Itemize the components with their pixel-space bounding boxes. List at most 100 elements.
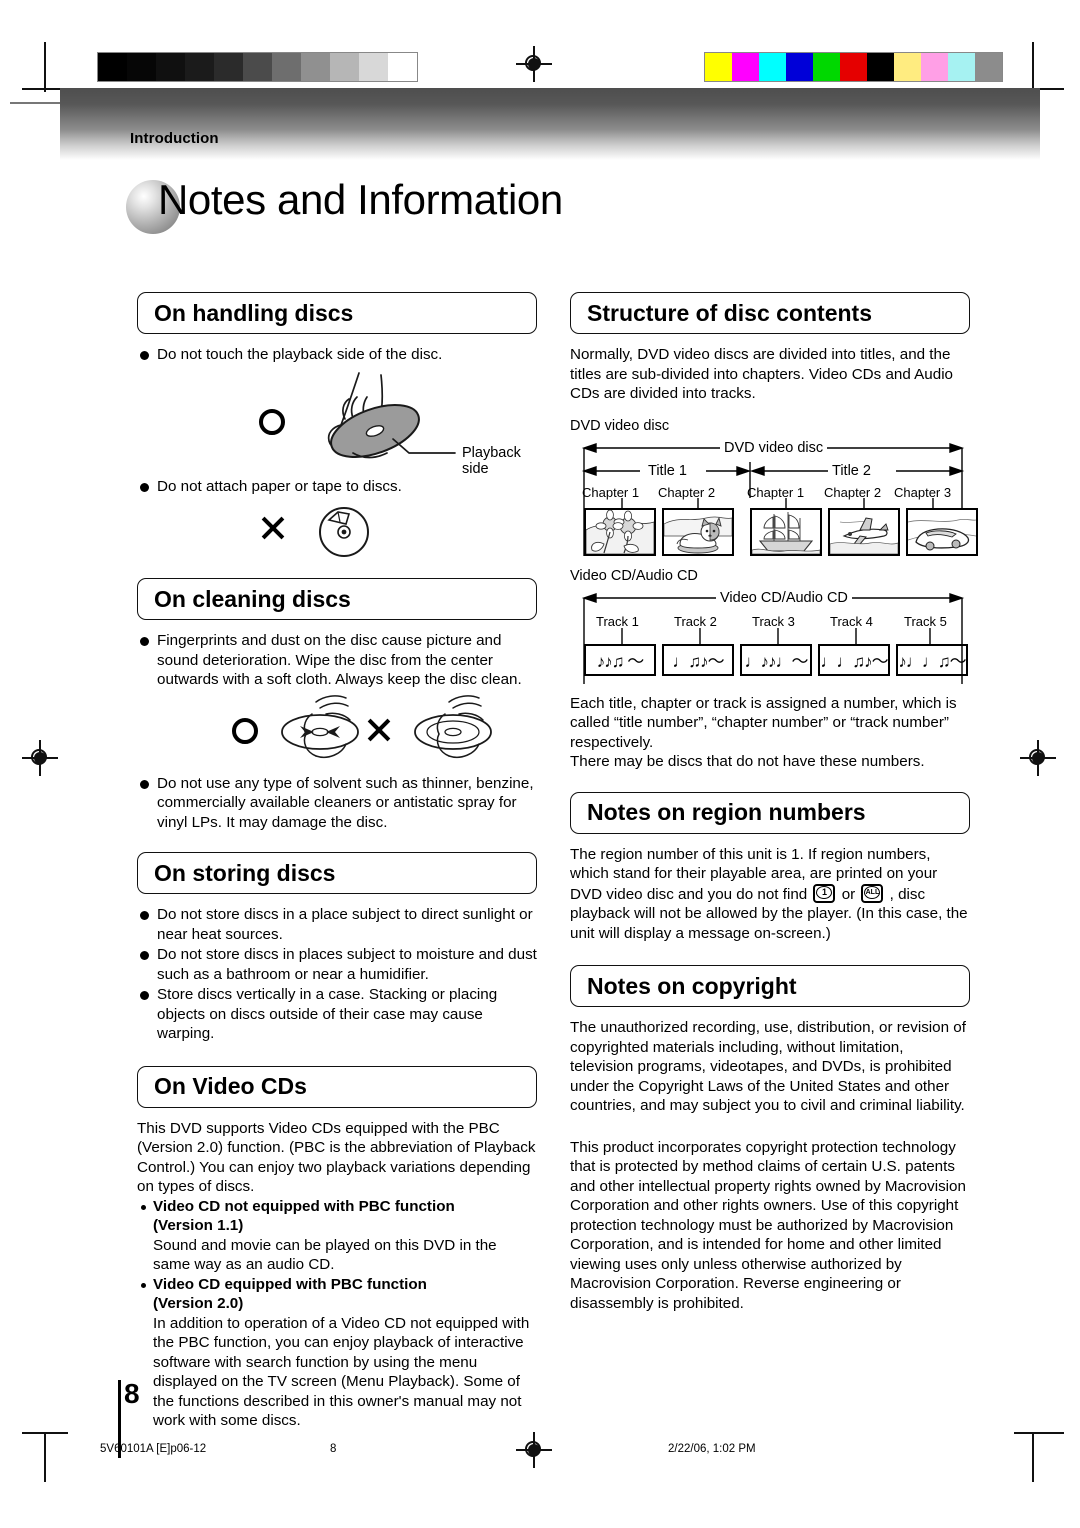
track-tile: ♪♪♫ 〜 <box>584 643 656 676</box>
grayscale-swatch-6 <box>272 53 301 81</box>
disc-with-tape-illustration <box>319 507 369 557</box>
cd-track-label: Track 2 <box>674 613 717 629</box>
chapter-thumbnail-airplane <box>828 507 900 556</box>
circle-ok-mark <box>259 408 285 435</box>
grayscale-swatch-0 <box>98 53 127 81</box>
page-title-text: Notes and Information <box>158 176 563 223</box>
color-swatch-7 <box>894 53 921 81</box>
grayscale-swatch-2 <box>156 53 185 81</box>
video-cd-item-title: Video CD not equipped with PBC function <box>153 1197 455 1215</box>
dvd-chapter-label: Chapter 3 <box>894 484 952 500</box>
page-number: 8 <box>124 1378 140 1409</box>
video-cd-item-body: Sound and movie can be played on this DV… <box>153 1236 497 1274</box>
cleaning-bullet-list-2: Do not use any type of solvent such as t… <box>137 774 537 833</box>
color-calibration-strip <box>704 52 1003 82</box>
video-cds-intro: This DVD supports Video CDs equipped wit… <box>137 1119 536 1196</box>
dvd-chapter-label: Chapter 2 <box>658 484 716 500</box>
copyright-paragraph-1: The unauthorized recording, use, distrib… <box>570 1019 966 1114</box>
storing-bullet-list: Do not store discs in a place subject to… <box>137 905 537 1044</box>
track-tile: ♩♫♪〜 <box>662 643 734 676</box>
section-heading-copyright: Notes on copyright <box>570 965 970 1007</box>
region-numbers-text: The region number of this unit is 1. If … <box>570 845 970 944</box>
left-column: On handling discs Do not touch the playb… <box>137 292 537 1431</box>
footer-timestamp: 2/22/06, 1:02 PM <box>668 1443 756 1455</box>
figure-no-paper-on-disc <box>137 504 537 560</box>
color-swatch-4 <box>813 53 840 81</box>
grayscale-swatch-1 <box>127 53 156 81</box>
region-1-icon: 1 <box>813 883 836 903</box>
region-text-between: or <box>837 885 860 903</box>
region-1-icon-label: 1 <box>821 886 827 897</box>
chapter-thumbnail-car <box>906 507 978 556</box>
cat-illustration <box>664 509 732 554</box>
figure-holding-disc: Playback side <box>137 369 537 481</box>
list-item: Fingerprints and dust on the disc cause … <box>137 631 537 690</box>
dvd-diagram-label: DVD video disc <box>570 417 670 434</box>
chapter-thumbnail-cat <box>662 507 734 556</box>
car-illustration <box>908 509 976 554</box>
video-cd-item-version: (Version 1.1) <box>153 1217 244 1234</box>
structure-intro: Normally, DVD video discs are divided in… <box>570 346 954 402</box>
list-item: Do not store discs in places subject to … <box>137 945 537 984</box>
video-cd-item-title: Video CD equipped with PBC function <box>153 1275 427 1293</box>
cd-structure-diagram: Video CD/Audio CD Track 1 Track 2 Track … <box>570 588 970 688</box>
grayscale-swatch-5 <box>243 53 272 81</box>
crop-mark-bottom-right-vertical <box>1032 1432 1034 1482</box>
structure-closing-text: Each title, chapter or track is assigned… <box>570 694 957 771</box>
footer-page: 8 <box>330 1443 337 1455</box>
track-tile: ♩♪♪♩〜 <box>740 643 812 676</box>
color-swatch-1 <box>732 53 759 81</box>
dvd-title-2-label: Title 2 <box>828 462 875 479</box>
registration-target-left <box>22 740 58 776</box>
handling-bullet-list-2: Do not attach paper or tape to discs. <box>137 477 537 497</box>
crop-mark-bottom-right-horizontal <box>1014 1432 1064 1434</box>
section-heading-storing-discs: On storing discs <box>137 852 537 894</box>
list-item: Video CD not equipped with PBC function … <box>137 1197 537 1275</box>
grayscale-swatch-8 <box>330 53 359 81</box>
figure-caption-playback-side: Playback side <box>462 444 521 477</box>
grayscale-swatch-7 <box>301 53 330 81</box>
cross-ng-mark <box>259 514 287 542</box>
sailing-ship-illustration <box>752 509 820 554</box>
crop-mark-bottom-left-vertical <box>44 1432 46 1482</box>
dvd-span-label: DVD video disc <box>720 439 828 456</box>
list-item: Do not touch the playback side of the di… <box>137 345 537 365</box>
cd-track-label: Track 4 <box>830 613 873 629</box>
cd-track-label: Track 3 <box>752 613 795 629</box>
cd-diagram-label: Video CD/Audio CD <box>570 567 698 584</box>
section-heading-handling-discs: On handling discs <box>137 292 537 334</box>
cross-ng-mark-cleaning <box>365 716 393 744</box>
grayscale-swatch-3 <box>185 53 214 81</box>
track-tile: ♩♩♫♪〜 <box>818 643 890 676</box>
footer-file-id: 5V60101A [E]p06-12 <box>100 1443 207 1455</box>
dvd-structure-diagram: DVD video disc Title 1 Title 2 Chapter 1… <box>570 438 978 560</box>
track-tile: ♪♩♩♫〜 <box>896 643 968 676</box>
list-item: Do not attach paper or tape to discs. <box>137 477 537 497</box>
video-cd-item-version: (Version 2.0) <box>153 1295 244 1312</box>
color-swatch-6 <box>867 53 894 81</box>
region-all-icon-label: ALL <box>865 888 880 896</box>
grayscale-swatch-9 <box>359 53 388 81</box>
right-column: Structure of disc contents Normally, DVD… <box>570 292 978 1313</box>
sunflower-illustration <box>586 509 654 554</box>
registration-target-bottom <box>516 1432 552 1468</box>
grayscale-calibration-strip <box>97 52 418 82</box>
video-cd-item-body: In addition to operation of a Video CD n… <box>153 1314 530 1430</box>
dvd-title-1-label: Title 1 <box>644 462 691 479</box>
dvd-chapter-label: Chapter 1 <box>747 484 805 500</box>
document-page: Introduction Notes and Information On ha… <box>0 0 1080 1528</box>
video-cds-item-list: Video CD not equipped with PBC function … <box>137 1197 537 1431</box>
circle-ok-mark-cleaning <box>232 717 258 744</box>
cleaning-bullet-list: Fingerprints and dust on the disc cause … <box>137 631 537 690</box>
color-swatch-2 <box>759 53 786 81</box>
section-heading-structure-of-disc-contents: Structure of disc contents <box>570 292 970 334</box>
color-swatch-8 <box>921 53 948 81</box>
handling-bullet-list: Do not touch the playback side of the di… <box>137 345 537 365</box>
figure-wiping-disc <box>137 692 537 770</box>
registration-target-right <box>1020 740 1056 776</box>
copyright-paragraph-2: This product incorporates copyright prot… <box>570 1138 966 1312</box>
list-item: Do not use any type of solvent such as t… <box>137 774 537 833</box>
section-label: Introduction <box>130 130 219 147</box>
chapter-thumbnail-sunflower <box>584 507 656 556</box>
list-item: Do not store discs in a place subject to… <box>137 905 537 944</box>
